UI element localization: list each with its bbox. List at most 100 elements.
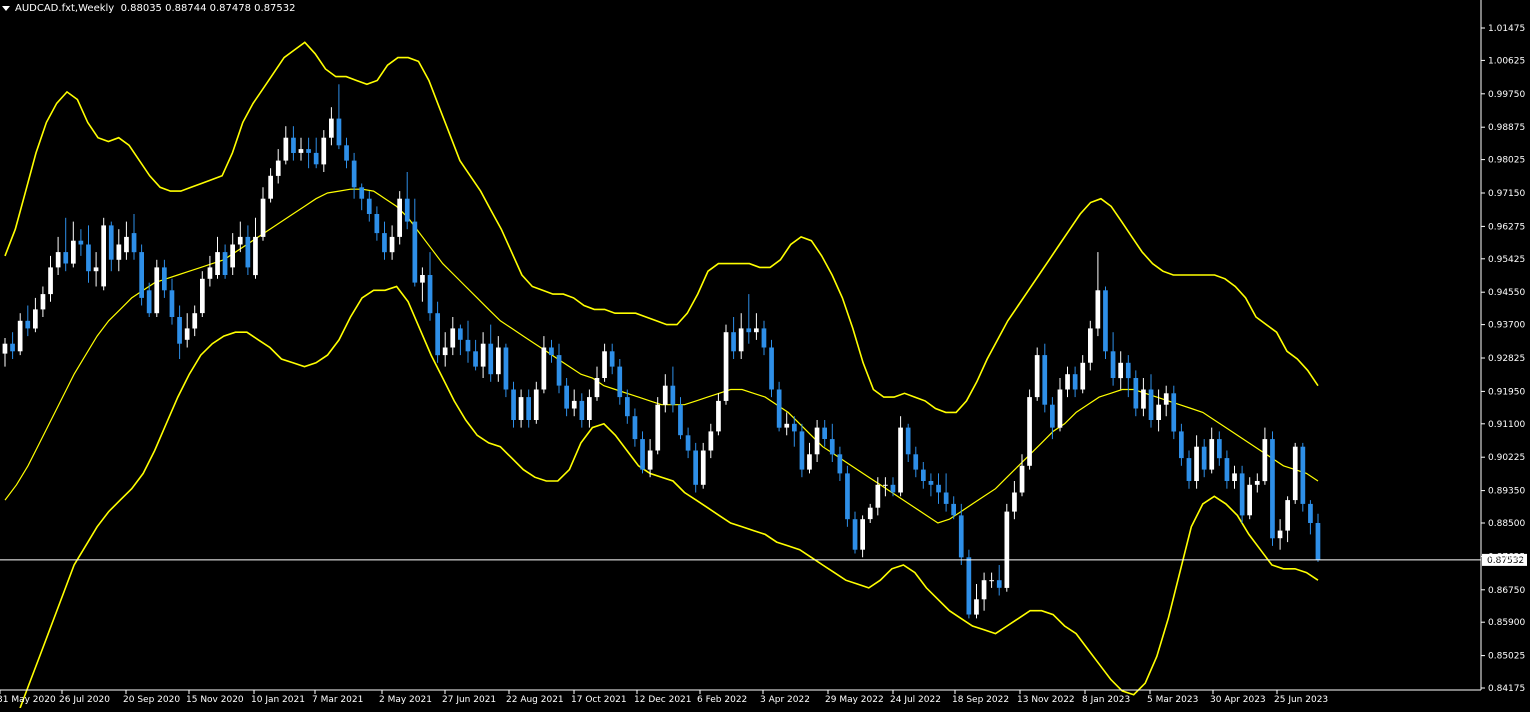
candle-body: [222, 252, 228, 275]
candle: [78, 229, 84, 256]
chart-area[interactable]: 0.87532 1.01475 1.00625 0.99750 0.98875 0.98…: [0, 0, 1530, 712]
candle: [511, 381, 516, 428]
candle-body: [382, 233, 387, 253]
collapse-triangle-icon[interactable]: [2, 5, 10, 11]
candle: [382, 221, 387, 260]
x-tick-label: 10 Jan 2021: [251, 695, 305, 705]
y-tick-label: 0.91950: [1488, 387, 1525, 397]
x-tick-label: 30 Apr 2023: [1210, 695, 1266, 705]
candle-body: [1232, 473, 1237, 481]
candle-body: [898, 427, 903, 493]
candle-body: [693, 450, 698, 485]
candle-body: [291, 137, 296, 153]
candle-body: [412, 221, 418, 283]
candle-body: [951, 503, 956, 516]
candle-body: [829, 439, 835, 455]
candle: [746, 294, 752, 344]
candle-body: [268, 175, 273, 199]
candle: [571, 389, 577, 417]
y-tick-label: 1.00625: [1488, 56, 1525, 66]
x-tick-label: 17 Oct 2021: [571, 695, 627, 705]
candle: [488, 324, 494, 382]
candle: [435, 301, 440, 363]
candle: [761, 320, 767, 356]
candle: [822, 420, 827, 447]
candle: [1118, 351, 1123, 390]
candle: [427, 252, 433, 321]
candle-body: [807, 454, 812, 470]
candle: [1141, 378, 1146, 417]
candle: [943, 473, 949, 512]
candle: [1088, 320, 1093, 371]
candle: [1042, 343, 1048, 413]
candle: [905, 423, 911, 462]
candle-body: [101, 225, 106, 287]
candle: [442, 332, 448, 367]
candle-body: [761, 328, 767, 348]
y-tick-label: 0.91100: [1488, 420, 1525, 430]
candle-body: [1315, 523, 1321, 560]
candle: [169, 278, 175, 325]
candle: [93, 252, 99, 287]
candle-body: [883, 484, 888, 486]
candle-body: [556, 355, 562, 386]
candle-body: [776, 389, 782, 428]
candle-body: [1209, 439, 1215, 470]
candle: [1285, 496, 1290, 543]
candle-body: [632, 416, 638, 440]
candle: [594, 366, 600, 401]
candle: [55, 236, 61, 275]
candle: [625, 389, 630, 424]
price-chart[interactable]: 0.87532 1.01475 1.00625 0.99750 0.98875 0.98…: [0, 0, 1530, 712]
candle-body: [1254, 481, 1260, 485]
candle-body: [822, 427, 827, 439]
x-tick-label: 24 Jul 2022: [890, 695, 941, 705]
candle-body: [427, 275, 433, 314]
candle: [564, 378, 569, 417]
candle: [503, 343, 509, 398]
candle: [1171, 385, 1177, 440]
y-tick-label: 0.92825: [1488, 354, 1525, 364]
candle-body: [25, 320, 31, 329]
candle-body: [329, 118, 334, 138]
candle-body: [655, 404, 661, 451]
candle: [480, 332, 486, 378]
candle-body: [670, 385, 676, 405]
candle-body: [336, 118, 342, 146]
candle: [602, 343, 607, 382]
candle: [351, 152, 357, 199]
candle-body: [260, 198, 266, 237]
x-tick-label: 2 May 2021: [379, 695, 432, 705]
candle: [2, 338, 8, 367]
candle-body: [928, 481, 934, 485]
x-tick-label: 18 Sep 2022: [952, 695, 1009, 705]
y-tick-label: 0.85900: [1488, 618, 1525, 628]
candle: [1315, 513, 1321, 562]
candle-body: [78, 240, 84, 245]
candle-body: [518, 397, 524, 420]
candle-body: [1110, 351, 1116, 378]
candle-body: [875, 484, 881, 508]
candle-body: [594, 378, 600, 398]
candle: [617, 359, 623, 405]
x-tick-label: 20 Sep 2020: [123, 695, 180, 705]
candle: [609, 343, 615, 375]
y-tick-label: 0.84175: [1488, 684, 1525, 694]
candle-body: [784, 423, 790, 428]
candle: [845, 465, 850, 527]
candle: [1201, 439, 1207, 478]
candle-body: [587, 397, 592, 420]
candle-body: [936, 484, 941, 493]
candle-body: [139, 252, 144, 298]
candle: [108, 221, 114, 272]
candle: [754, 313, 759, 340]
candle-body: [1270, 439, 1275, 539]
candle: [799, 423, 805, 478]
candle-body: [351, 160, 357, 188]
candle: [1072, 366, 1078, 398]
candle-body: [253, 236, 258, 276]
candle-body: [1179, 431, 1184, 459]
y-tick-label: 0.95425: [1488, 255, 1525, 265]
axes: 1.01475 1.00625 0.99750 0.98875 0.98025 0.971…: [0, 0, 1525, 705]
candle-body: [389, 236, 395, 253]
